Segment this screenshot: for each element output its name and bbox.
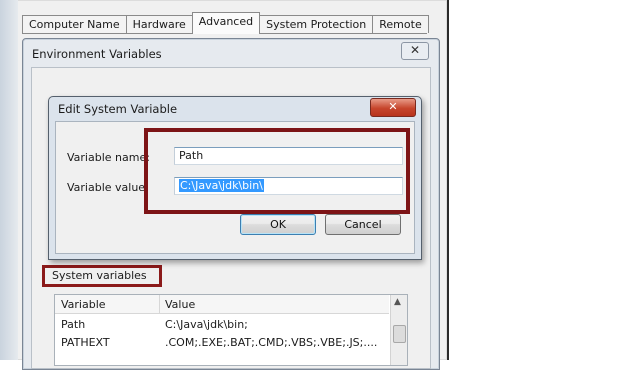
tab-computer-name[interactable]: Computer Name [22, 15, 127, 33]
tab-system-protection[interactable]: System Protection [259, 15, 374, 33]
dialog-title: Edit System Variable [58, 102, 178, 116]
variable-value-label: Variable value: [67, 181, 149, 194]
env-close-button[interactable]: ✕ [401, 42, 429, 60]
row-variable: Path [61, 318, 86, 331]
close-icon: ✕ [409, 43, 421, 57]
row-value: C:\Java\jdk\bin; [165, 318, 248, 331]
vertical-scrollbar[interactable]: ▲ [390, 295, 407, 365]
system-variables-table[interactable]: Variable Value Path C:\Java\jdk\bin; PAT… [54, 294, 408, 366]
table-row[interactable]: Path C:\Java\jdk\bin; [55, 317, 389, 333]
tab-strip: Computer Name Hardware Advanced System P… [22, 12, 429, 34]
close-icon: ✕ [388, 100, 398, 113]
scrollbar-thumb[interactable] [393, 325, 406, 343]
fields-highlight-box [144, 128, 410, 214]
env-window-title: Environment Variables [32, 47, 162, 61]
column-divider [159, 295, 160, 313]
column-header-value[interactable]: Value [165, 298, 195, 311]
tab-remote[interactable]: Remote [372, 15, 429, 33]
cancel-button[interactable]: Cancel [325, 214, 401, 235]
system-variables-label: System variables [52, 269, 147, 282]
scroll-up-arrow-icon[interactable]: ▲ [394, 297, 401, 307]
row-value: .COM;.EXE;.BAT;.CMD;.VBS;.VBE;.JS;.... [165, 336, 378, 349]
tab-advanced[interactable]: Advanced [191, 12, 261, 34]
table-row[interactable]: PATHEXT .COM;.EXE;.BAT;.CMD;.VBS;.VBE;.J… [55, 335, 389, 351]
row-variable: PATHEXT [61, 336, 110, 349]
ok-button[interactable]: OK [240, 214, 316, 235]
column-header-variable[interactable]: Variable [61, 298, 106, 311]
table-header: Variable Value [55, 295, 389, 314]
tab-hardware[interactable]: Hardware [125, 15, 193, 33]
dialog-close-button[interactable]: ✕ [370, 98, 416, 117]
variable-name-label: Variable name: [67, 151, 150, 164]
